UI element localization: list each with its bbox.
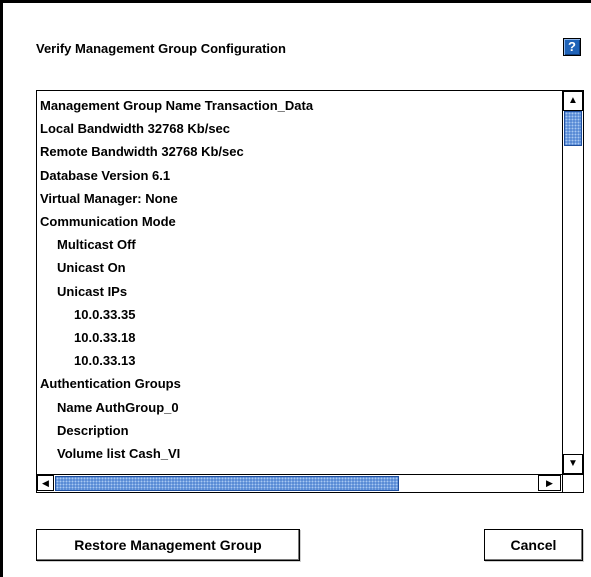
vertical-scrollbar[interactable]: ▲ ▼ [562, 91, 583, 474]
list-item[interactable]: Management Group Name Transaction_Data [40, 94, 313, 117]
cancel-button[interactable]: Cancel [484, 529, 583, 561]
list-item[interactable]: Name AuthGroup_0 [57, 396, 179, 419]
list-item[interactable]: Authentication Groups [40, 372, 181, 395]
list-item[interactable]: 10.0.33.13 [74, 349, 135, 372]
config-list[interactable]: Management Group Name Transaction_Data Lo… [37, 91, 562, 474]
horizontal-scrollbar[interactable]: ◀ ▶ [37, 474, 562, 492]
help-icon[interactable]: ? [563, 38, 581, 56]
list-item[interactable]: Virtual Manager: None [40, 187, 178, 210]
list-item[interactable]: 10.0.33.35 [74, 303, 135, 326]
list-item[interactable]: Remote Bandwidth 32768 Kb/sec [40, 140, 244, 163]
list-item[interactable]: Volume list Cash_VI [57, 442, 180, 465]
scroll-left-icon[interactable]: ◀ [37, 475, 54, 491]
config-list-panel: Management Group Name Transaction_Data Lo… [36, 90, 584, 493]
list-item[interactable]: Multicast Off [57, 233, 136, 256]
verify-config-dialog: Verify Management Group Configuration ? … [0, 0, 591, 577]
dialog-title: Verify Management Group Configuration [36, 41, 286, 56]
horizontal-scroll-thumb[interactable] [55, 476, 399, 491]
list-item[interactable]: Unicast IPs [57, 280, 127, 303]
list-item[interactable]: Communication Mode [40, 210, 176, 233]
scroll-down-icon[interactable]: ▼ [563, 454, 583, 474]
scroll-up-icon[interactable]: ▲ [563, 91, 583, 111]
restore-management-group-button[interactable]: Restore Management Group [36, 529, 300, 561]
list-item[interactable]: Local Bandwidth 32768 Kb/sec [40, 117, 230, 140]
list-item[interactable]: 10.0.33.18 [74, 326, 135, 349]
scrollbar-corner [562, 474, 583, 492]
vertical-scroll-thumb[interactable] [564, 111, 582, 146]
list-item[interactable]: Description [57, 419, 129, 442]
scroll-right-icon[interactable]: ▶ [538, 475, 561, 491]
list-item[interactable]: Database Version 6.1 [40, 164, 170, 187]
list-item[interactable]: Unicast On [57, 256, 126, 279]
